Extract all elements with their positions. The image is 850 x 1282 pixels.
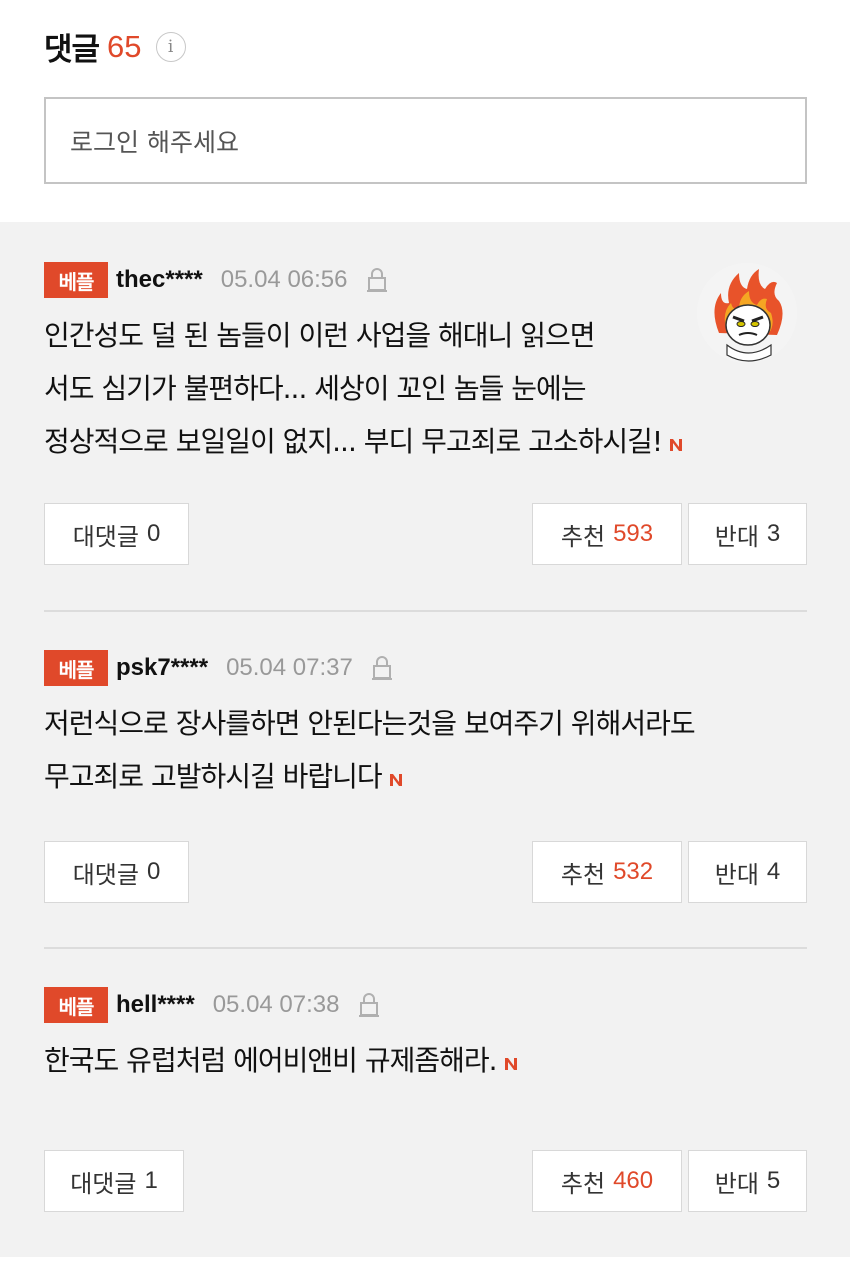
best-comment-badge: 베플	[44, 987, 108, 1023]
upvote-label: 추천	[560, 522, 606, 551]
comment-body: 인간성도 덜 된 놈들이 이런 사업을 해대니 읽으면 서도 심기가 불편하다.…	[44, 309, 807, 468]
downvote-button[interactable]: 반대 4	[688, 841, 807, 903]
downvote-button[interactable]: 반대 5	[688, 1150, 807, 1212]
reply-button[interactable]: 대댓글 0	[44, 841, 189, 903]
best-comment-badge: 베플	[44, 650, 108, 686]
comment-username[interactable]: hell****	[116, 991, 195, 1019]
upvote-button[interactable]: 추천 593	[532, 503, 682, 565]
login-prompt-input[interactable]: 로그인 해주세요	[44, 97, 807, 184]
lock-icon[interactable]	[366, 267, 388, 293]
comment-body: 한국도 유럽처럼 에어비앤비 규제좀해라.	[44, 1034, 807, 1087]
comment-item: 베플 thec**** 05.04 06:56 인간성도 덜 된 놈들이 이런 …	[44, 262, 807, 468]
upvote-label: 추천	[560, 1169, 606, 1198]
reply-button[interactable]: 대댓글 0	[44, 503, 189, 565]
reply-count: 1	[144, 1167, 158, 1194]
reply-count: 0	[146, 520, 161, 547]
comment-line: 인간성도 덜 된 놈들이 이런 사업을 해대니 읽으면	[44, 319, 596, 352]
n-mark-icon	[389, 774, 402, 786]
upvote-count: 532	[613, 858, 654, 885]
reply-label: 대댓글	[72, 522, 139, 551]
downvote-button[interactable]: 반대 3	[688, 503, 807, 565]
comment-body: 저런식으로 장사를하면 안된다는것을 보여주기 위해서라도 무고죄로 고발하시길…	[44, 697, 807, 803]
upvote-button[interactable]: 추천 532	[532, 841, 682, 903]
comments-heading: 댓글 65 i	[44, 24, 186, 69]
comments-count: 65	[107, 28, 142, 64]
upvote-count: 460	[613, 1167, 654, 1194]
comment-line: 서도 심기가 불편하다... 세상이 꼬인 놈들 눈에는	[44, 372, 587, 405]
n-mark-icon	[504, 1058, 517, 1070]
downvote-count: 3	[766, 520, 781, 547]
reply-button[interactable]: 대댓글 1	[44, 1150, 184, 1212]
downvote-count: 4	[766, 858, 781, 885]
comment-username[interactable]: thec****	[116, 266, 203, 294]
upvote-label: 추천	[560, 860, 606, 889]
n-mark-icon	[670, 439, 683, 451]
downvote-label: 반대	[714, 1169, 759, 1198]
comment-line: 한국도 유럽처럼 에어비앤비 규제좀해라.	[44, 1044, 498, 1077]
comment-date: 05.04 07:37	[226, 654, 353, 681]
downvote-label: 반대	[714, 860, 759, 889]
comments-header-section: 댓글 65 i 로그인 해주세요	[0, 0, 850, 222]
comment-item: 베플 hell**** 05.04 07:38 한국도 유럽처럼 에어비앤비 규…	[44, 987, 807, 1087]
comment-username[interactable]: psk7****	[116, 654, 208, 682]
comment-line: 정상적으로 보일일이 없지... 부디 무고죄로 고소하시길!	[44, 425, 663, 458]
comment-line: 저런식으로 장사를하면 안된다는것을 보여주기 위해서라도	[44, 707, 696, 740]
comment-item: 베플 psk7**** 05.04 07:37 저런식으로 장사를하면 안된다는…	[44, 650, 807, 803]
reply-label: 대댓글	[72, 860, 139, 889]
comment-date: 05.04 07:38	[212, 991, 340, 1018]
comment-line: 무고죄로 고발하시길 바랍니다	[44, 760, 383, 793]
comment-divider	[44, 947, 807, 949]
comment-meta: 베플 hell**** 05.04 07:38	[44, 987, 807, 1023]
upvote-count: 593	[613, 520, 654, 547]
reply-label: 대댓글	[70, 1169, 137, 1198]
lock-icon[interactable]	[371, 655, 393, 681]
info-icon[interactable]: i	[155, 31, 186, 62]
comment-date: 05.04 06:56	[220, 266, 348, 293]
reply-count: 0	[146, 858, 161, 885]
bottom-spacer	[0, 1257, 850, 1282]
lock-icon[interactable]	[358, 992, 380, 1018]
comment-divider	[44, 610, 807, 612]
comments-title: 댓글	[44, 32, 100, 68]
comment-meta: 베플 psk7**** 05.04 07:37	[44, 650, 807, 686]
upvote-button[interactable]: 추천 460	[532, 1150, 682, 1212]
best-comment-badge: 베플	[44, 262, 108, 298]
downvote-label: 반대	[714, 522, 759, 551]
comment-meta: 베플 thec**** 05.04 06:56	[44, 262, 807, 298]
downvote-count: 5	[766, 1167, 781, 1194]
